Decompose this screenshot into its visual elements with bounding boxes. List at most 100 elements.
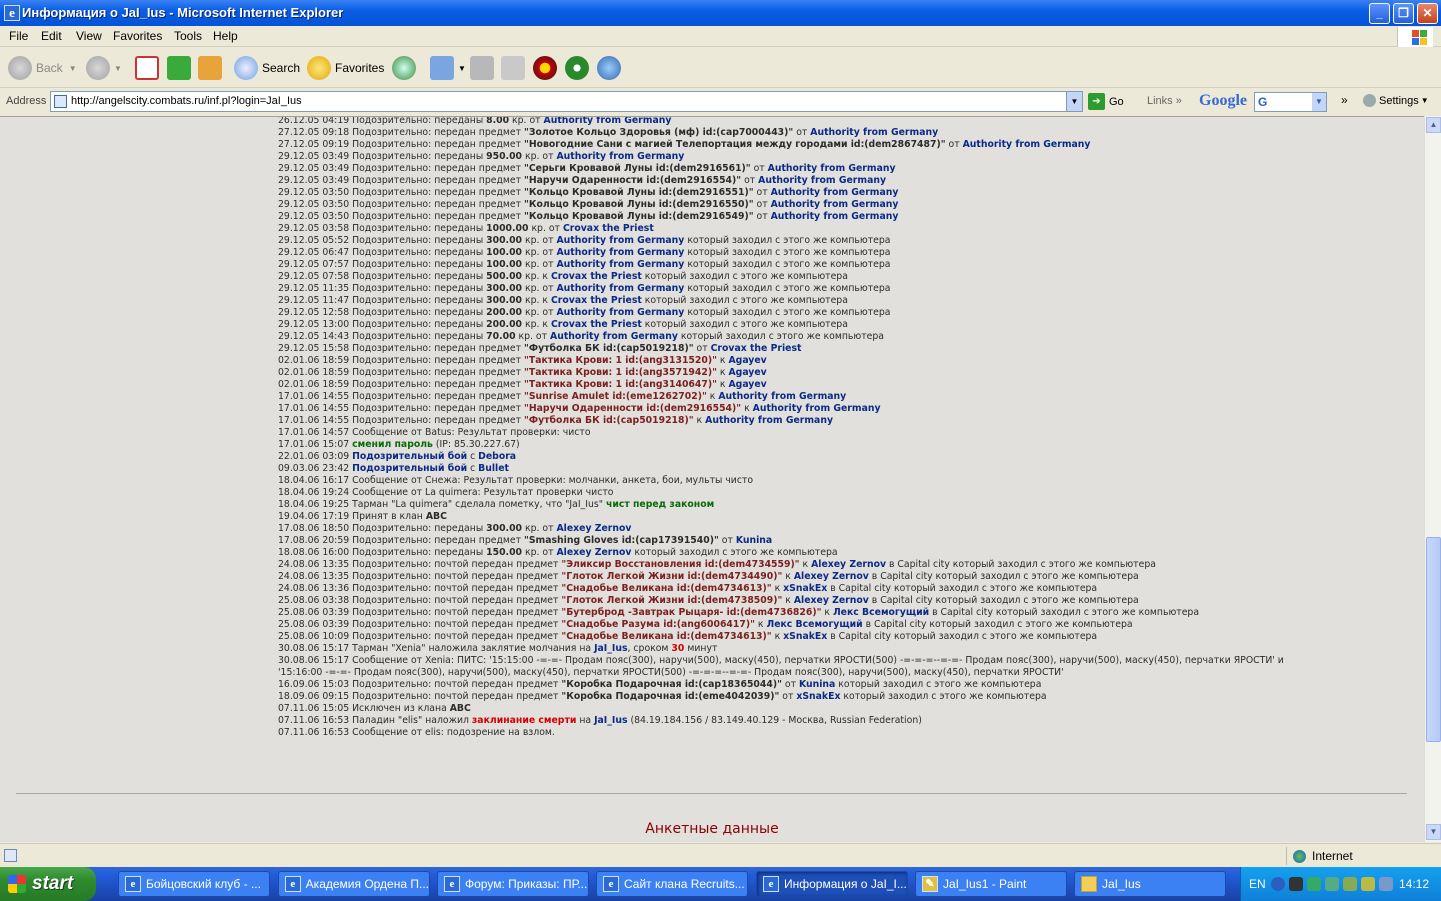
log-entry: 18.04.06 19:24 Сообщение от La quimera: … bbox=[278, 487, 1318, 499]
close-button[interactable]: ✕ bbox=[1417, 3, 1438, 24]
player-link[interactable]: Authority from Germany bbox=[544, 117, 672, 126]
tray-arrow-icon[interactable] bbox=[1271, 877, 1285, 891]
player-link[interactable]: Crovax the Priest bbox=[551, 271, 642, 282]
settings-button[interactable]: Settings ▼ bbox=[1363, 94, 1429, 107]
search-button[interactable]: Search bbox=[234, 54, 300, 82]
player-link[interactable]: Authority from Germany bbox=[771, 199, 899, 210]
player-link[interactable]: Crovax the Priest bbox=[551, 295, 642, 306]
menu-favorites[interactable]: Favorites bbox=[113, 29, 162, 43]
favorites-button[interactable]: Favorites bbox=[307, 54, 384, 82]
player-link[interactable]: Authority from Germany bbox=[771, 187, 899, 198]
player-link[interactable]: Authority from Germany bbox=[771, 211, 899, 222]
task-forum[interactable]: e Форум: Приказы: ПР... bbox=[437, 871, 589, 897]
player-link[interactable]: Agayev bbox=[728, 367, 766, 378]
player-link[interactable]: xSnakEx bbox=[783, 583, 827, 594]
player-link[interactable]: Agayev bbox=[728, 379, 766, 390]
minimize-button[interactable]: _ bbox=[1369, 3, 1390, 24]
tray-steam-icon[interactable] bbox=[1289, 877, 1303, 891]
links-button[interactable]: Links » bbox=[1147, 95, 1182, 107]
task-folder[interactable]: JaI_Ius bbox=[1074, 871, 1226, 897]
forward-button[interactable]: ▼ bbox=[86, 54, 122, 82]
player-link[interactable]: Authority from Germany bbox=[768, 163, 896, 174]
player-link[interactable]: Authority from Germany bbox=[556, 247, 684, 258]
player-link[interactable]: Authority from Germany bbox=[718, 391, 846, 402]
google-search-box[interactable]: G ▼ bbox=[1254, 92, 1327, 112]
player-link[interactable]: Bullet bbox=[478, 463, 509, 474]
addon-button-1[interactable] bbox=[533, 54, 561, 82]
player-link[interactable]: Лекс Всемогущий bbox=[766, 619, 862, 630]
tray-ghost-icon[interactable] bbox=[1343, 877, 1357, 891]
mail-button[interactable]: ▼ bbox=[430, 54, 466, 82]
task-fight-club[interactable]: e Бойцовский клуб - ... bbox=[118, 871, 270, 897]
player-link[interactable]: xSnakEx bbox=[796, 691, 840, 702]
toolbar-overflow-icon[interactable]: » bbox=[1341, 93, 1348, 107]
player-link[interactable]: Authority from Germany bbox=[556, 307, 684, 318]
scroll-up-icon[interactable]: ▲ bbox=[1426, 117, 1441, 133]
window-titlebar[interactable]: e Информация о JaI_Ius - Microsoft Inter… bbox=[0, 0, 1441, 26]
player-link[interactable]: Crovax the Priest bbox=[563, 223, 654, 234]
player-link[interactable]: Authority from Germany bbox=[556, 235, 684, 246]
player-link[interactable]: xSnakEx bbox=[783, 631, 827, 642]
print-button[interactable] bbox=[470, 54, 498, 82]
task-paint[interactable]: ✎ JaI_Ius1 - Paint bbox=[915, 871, 1067, 897]
chevron-down-icon[interactable]: ▼ bbox=[1066, 92, 1082, 111]
task-info-page[interactable]: e Информация о JaI_I... bbox=[756, 871, 908, 897]
player-link[interactable]: Подозрительный бой bbox=[352, 451, 467, 462]
player-link[interactable]: Crovax the Priest bbox=[551, 319, 642, 330]
log-text: 29.12.05 11:47 Подозрительно: переданы bbox=[278, 295, 487, 306]
player-link[interactable]: Agayev bbox=[728, 355, 766, 366]
language-indicator[interactable]: EN bbox=[1249, 877, 1266, 891]
tray-face-icon[interactable] bbox=[1361, 877, 1375, 891]
scroll-down-icon[interactable]: ▼ bbox=[1426, 824, 1441, 840]
tray-app-icon[interactable] bbox=[1325, 877, 1339, 891]
player-link[interactable]: Authority from Germany bbox=[705, 415, 833, 426]
go-button[interactable]: ➔ Go bbox=[1088, 93, 1124, 110]
player-link[interactable]: Kunina bbox=[799, 679, 835, 690]
player-link[interactable]: Alexey Zernov bbox=[794, 595, 869, 606]
player-link[interactable]: Authority from Germany bbox=[556, 151, 684, 162]
task-clan-site[interactable]: e Сайт клана Recruits... bbox=[596, 871, 748, 897]
player-link[interactable]: Authority from Germany bbox=[758, 175, 886, 186]
player-link[interactable]: Kunina bbox=[736, 535, 772, 546]
home-button[interactable] bbox=[198, 54, 226, 82]
log-text: кр. от bbox=[522, 307, 557, 318]
back-button[interactable]: Back ▼ bbox=[8, 54, 77, 82]
player-link[interactable]: JaI_Ius bbox=[594, 715, 627, 726]
player-link[interactable]: Authority from Germany bbox=[753, 403, 881, 414]
refresh-button[interactable] bbox=[167, 54, 195, 82]
player-link[interactable]: Authority from Germany bbox=[810, 127, 938, 138]
scroll-thumb[interactable] bbox=[1426, 537, 1441, 742]
vertical-scrollbar[interactable]: ▲ ▼ bbox=[1424, 116, 1441, 842]
start-button[interactable]: start bbox=[0, 867, 96, 901]
stop-button[interactable] bbox=[135, 54, 163, 82]
address-input[interactable]: http://angelscity.combats.ru/inf.pl?logi… bbox=[50, 91, 1083, 112]
tray-star-icon[interactable] bbox=[1379, 877, 1393, 891]
maximize-button[interactable]: ❐ bbox=[1393, 3, 1414, 24]
player-link[interactable]: JaI_Ius bbox=[594, 643, 627, 654]
player-link[interactable]: Authority from Germany bbox=[556, 283, 684, 294]
player-link[interactable]: Debora bbox=[478, 451, 516, 462]
player-link[interactable]: Alexey Zernov bbox=[556, 523, 631, 534]
player-link[interactable]: Alexey Zernov bbox=[556, 547, 631, 558]
history-button[interactable] bbox=[392, 54, 420, 82]
player-link[interactable]: Authority from Germany bbox=[550, 331, 678, 342]
player-link[interactable]: Alexey Zernov bbox=[811, 559, 886, 570]
roulette-icon bbox=[533, 56, 557, 80]
player-link[interactable]: Authority from Germany bbox=[556, 259, 684, 270]
messenger-button[interactable] bbox=[597, 54, 625, 82]
menu-help[interactable]: Help bbox=[213, 29, 238, 43]
menu-file[interactable]: File bbox=[9, 29, 28, 43]
player-link[interactable]: Подозрительный бой bbox=[352, 463, 467, 474]
addon-button-2[interactable] bbox=[565, 54, 593, 82]
log-text: к bbox=[706, 391, 719, 402]
menu-view[interactable]: View bbox=[76, 29, 102, 43]
menu-tools[interactable]: Tools bbox=[174, 29, 202, 43]
player-link[interactable]: Authority from Germany bbox=[963, 139, 1091, 150]
edit-button[interactable] bbox=[501, 54, 529, 82]
player-link[interactable]: Crovax the Priest bbox=[711, 343, 802, 354]
player-link[interactable]: Лекс Всемогущий bbox=[833, 607, 929, 618]
task-academy[interactable]: e Академия Ордена П... bbox=[278, 871, 430, 897]
menu-edit[interactable]: Edit bbox=[41, 29, 62, 43]
player-link[interactable]: Alexey Zernov bbox=[794, 571, 869, 582]
tray-network-icon[interactable] bbox=[1307, 877, 1321, 891]
